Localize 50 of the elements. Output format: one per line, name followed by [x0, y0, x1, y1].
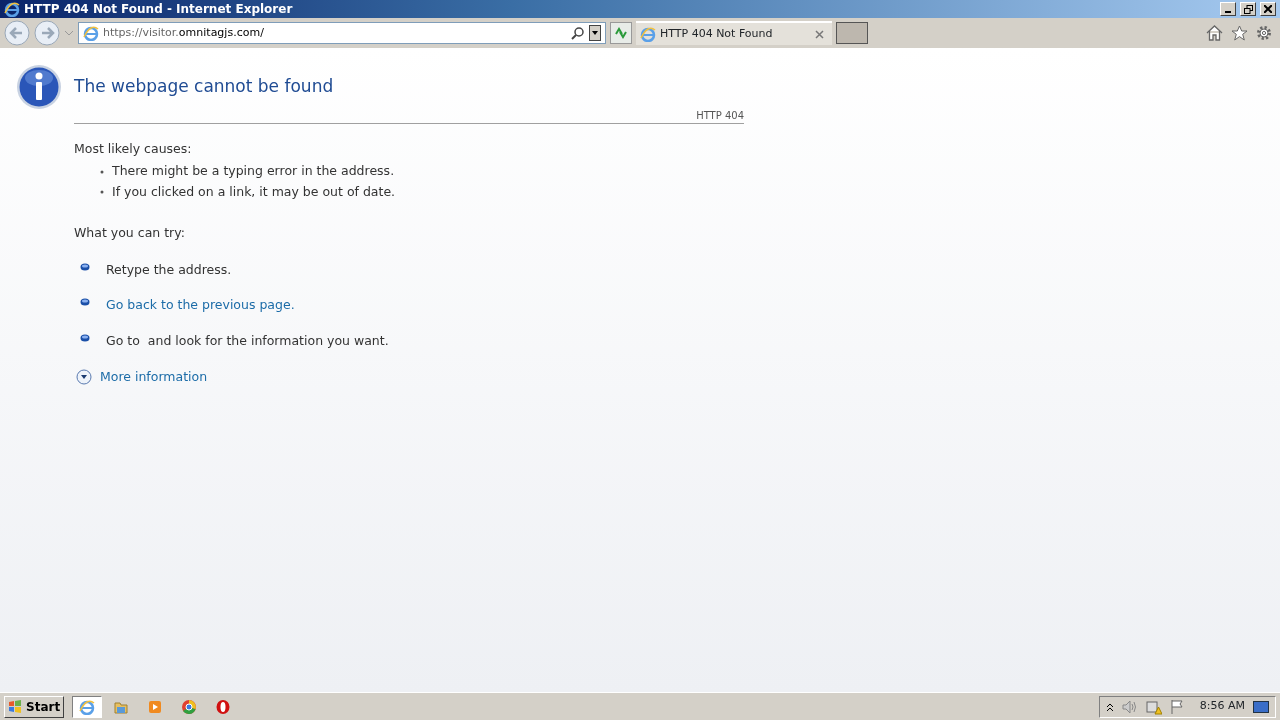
browser-icon	[4, 1, 20, 17]
opera-icon	[215, 698, 232, 715]
cause-text: There might be a typing error in the address.	[112, 162, 395, 181]
network-warning-icon[interactable]	[1145, 698, 1162, 715]
bullet-icon	[100, 169, 104, 174]
window-title: HTTP 404 Not Found - Internet Explorer	[24, 1, 293, 18]
windows-logo	[8, 699, 22, 714]
section-heading: Most likely causes:	[74, 139, 193, 158]
page-heading: The webpage cannot be found	[74, 75, 335, 98]
star-icon[interactable]	[1231, 25, 1248, 41]
start-button[interactable]: Start	[4, 695, 65, 718]
page-icon	[83, 25, 99, 41]
dropdown-icon[interactable]	[589, 25, 601, 41]
back-button[interactable]	[4, 20, 30, 46]
chrome-icon	[181, 698, 198, 715]
more-information-link[interactable]: More information	[100, 367, 208, 387]
bullet-icon	[80, 262, 90, 271]
bullet-icon	[80, 334, 90, 342]
settings-icon[interactable]	[1256, 25, 1272, 41]
forward-button[interactable]	[34, 20, 60, 46]
restore-button[interactable]	[1240, 2, 1256, 16]
new-tab-button[interactable]	[836, 22, 868, 44]
close-icon	[1264, 5, 1272, 13]
error-code: HTTP 404	[696, 108, 744, 123]
bullet-icon	[80, 298, 90, 307]
taskbar-button[interactable]	[72, 695, 103, 718]
bullet-icon	[100, 190, 104, 195]
browser-icon	[79, 698, 96, 715]
clock: 8:56 AM	[1199, 698, 1245, 715]
home-icon[interactable]	[1206, 25, 1223, 41]
info-icon	[16, 64, 62, 110]
browser-tab[interactable]: HTTP 404 Not Found	[636, 21, 832, 45]
previous-page-link[interactable]: Go back to the previous page.	[106, 296, 295, 315]
page-icon	[640, 26, 656, 42]
suggestion-text: Retype the address.	[106, 260, 232, 279]
close-button[interactable]	[1260, 2, 1276, 16]
address-field[interactable]: https://visitor.omnitagjs.com/	[78, 22, 606, 44]
chevron-icon[interactable]	[1105, 701, 1114, 712]
restore-icon	[1243, 4, 1253, 14]
media-player-icon	[147, 698, 164, 715]
search-icon[interactable]	[571, 26, 585, 40]
minimize-button[interactable]	[1220, 2, 1236, 16]
refresh-button[interactable]	[610, 22, 632, 44]
expand-icon[interactable]	[76, 369, 92, 386]
cause-text: If you clicked on a link, it may be out of date.	[112, 183, 396, 201]
speaker-icon[interactable]	[1121, 699, 1138, 714]
show-desktop-icon[interactable]	[1253, 700, 1269, 713]
flag-icon[interactable]	[1169, 698, 1184, 715]
section-heading: What you can try:	[74, 223, 186, 242]
suggestion-text: Go to and look for the information you want.	[106, 332, 389, 350]
